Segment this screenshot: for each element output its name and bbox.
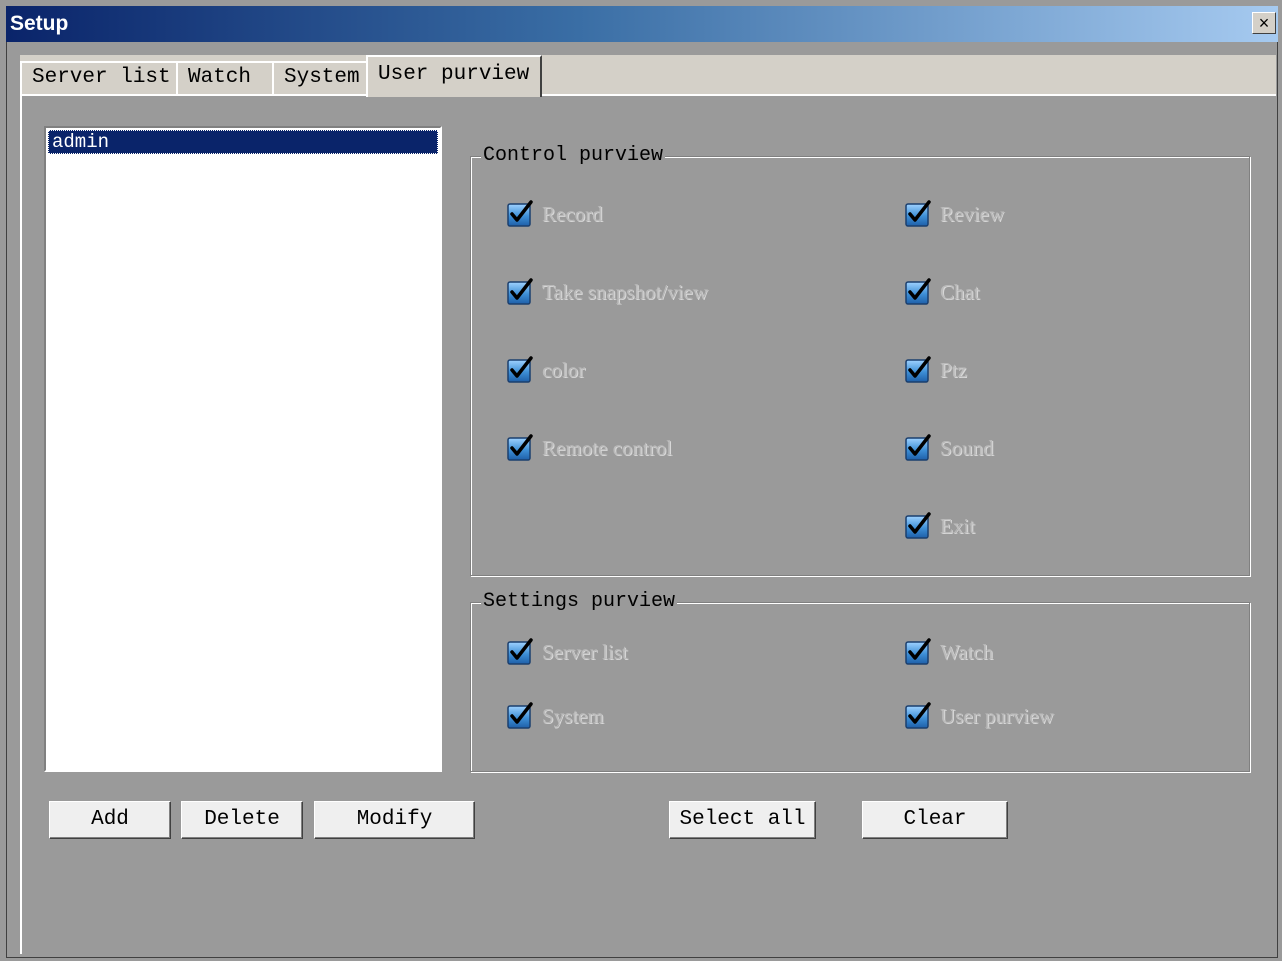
checkbox-checked-icon [506,702,534,730]
checkbox-label: color [542,358,586,382]
checkbox-checked-icon [904,638,932,666]
tab-label: System [284,66,360,89]
tab-server-list[interactable]: Server list [20,61,178,95]
tab-system[interactable]: System [272,61,368,95]
modify-button[interactable]: Modify [314,801,475,839]
checkbox-checked-icon [904,200,932,228]
window-title: Setup [10,12,69,35]
checkbox-label: Review [940,202,1005,226]
checkbox-checked-icon [904,434,932,462]
checkbox-label: Remote control [542,436,673,460]
checkbox-checked-icon [506,638,534,666]
settings-purview-group: Settings purview [470,591,1250,772]
user-list[interactable]: admin [44,126,442,772]
checkbox-label: Watch [940,640,994,664]
setup-dialog: Setup × Server list Watch System User pu… [0,0,1282,961]
checkbox-label: System [542,704,604,728]
tab-user-purview[interactable]: User purview [366,55,542,97]
settings-purview-label: Settings purview [481,590,678,613]
delete-button[interactable]: Delete [181,801,303,839]
checkbox-label: Chat [940,280,980,304]
checkbox-label: Record [542,202,603,226]
tab-label: User purview [378,63,530,86]
title-bar[interactable]: Setup × [6,6,1278,42]
select-all-button[interactable]: Select all [669,801,816,839]
checkbox-label: Take snapshot/view [542,280,708,304]
close-icon: × [1258,13,1270,33]
checkbox-label: Ptz [940,358,967,382]
checkbox-label: Sound [940,436,994,460]
checkbox-checked-icon [506,434,534,462]
checkbox-label: Server list [542,640,628,664]
checkbox-label: Exit [940,514,975,538]
checkbox-checked-icon [904,702,932,730]
checkbox-checked-icon [506,356,534,384]
list-item[interactable]: admin [48,130,438,154]
control-purview-label: Control purview [481,144,666,167]
clear-button[interactable]: Clear [862,801,1008,839]
checkbox-checked-icon [904,512,932,540]
checkbox-checked-icon [506,200,534,228]
tab-watch[interactable]: Watch [176,61,274,95]
tab-label: Server list [32,66,171,89]
add-button[interactable]: Add [49,801,171,839]
checkbox-checked-icon [904,356,932,384]
tab-label: Watch [188,66,252,89]
checkbox-checked-icon [506,278,534,306]
close-button[interactable]: × [1252,12,1276,34]
checkbox-checked-icon [904,278,932,306]
checkbox-label: User purview [940,704,1054,728]
